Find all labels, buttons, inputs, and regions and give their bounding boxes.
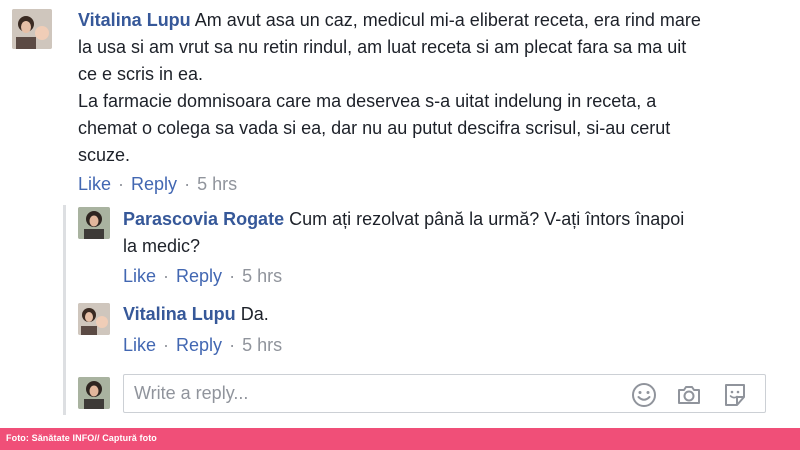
timestamp[interactable]: 5 hrs [242,266,282,286]
photo-credit: Foto: Sănătate INFO// Captură foto [6,433,157,443]
comment-actions: Like · Reply · 5 hrs [78,173,237,195]
separator-dot: · [224,266,241,286]
reply-composer [123,374,766,413]
like-link[interactable]: Like [123,266,156,286]
current-user-avatar [78,377,110,409]
avatar[interactable] [12,9,52,49]
comment-actions: Like · Reply · 5 hrs [123,334,282,356]
comment-text: Am avut asa un caz, medicul mi-a elibera… [194,10,701,30]
comment-text: chemat o colega sa vada si ea, dar nu au… [78,118,671,138]
reply-input[interactable] [124,375,614,412]
smiley-icon[interactable] [630,381,658,409]
separator-dot: · [224,335,241,355]
avatar-photo-icon [78,207,110,239]
thread-line [63,205,66,415]
avatar-photo-icon [12,9,52,49]
comment-text: la medic? [123,236,201,256]
photo-credit-bar: Foto: Sănătate INFO// Captură foto [0,428,800,450]
separator-dot: · [179,174,196,194]
author-name[interactable]: Parascovia Rogate [123,209,284,229]
comment-text: ce e scris in ea. [78,64,204,84]
separator-dot: · [113,174,130,194]
like-link[interactable]: Like [78,174,111,194]
camera-icon[interactable] [675,381,703,409]
separator-dot: · [158,266,175,286]
avatar[interactable] [78,303,110,335]
comment-text: Cum ați rezolvat până la urmă? V-ați înt… [289,209,685,229]
timestamp[interactable]: 5 hrs [242,335,282,355]
comment-text: scuze. [78,145,131,165]
avatar-photo-icon [78,377,110,409]
comment-actions: Like · Reply · 5 hrs [123,265,282,287]
avatar-photo-icon [78,303,110,335]
avatar[interactable] [78,207,110,239]
reply-link[interactable]: Reply [176,266,222,286]
like-link[interactable]: Like [123,335,156,355]
comment-text: la usa si am vrut sa nu retin rindul, am… [78,37,687,57]
reply-link[interactable]: Reply [176,335,222,355]
timestamp[interactable]: 5 hrs [197,174,237,194]
sticker-icon[interactable] [721,381,749,409]
comment-text: Da. [240,304,269,324]
author-name[interactable]: Vitalina Lupu [123,304,236,324]
separator-dot: · [158,335,175,355]
author-name[interactable]: Vitalina Lupu [78,10,191,30]
reply-link[interactable]: Reply [131,174,177,194]
comment-text: La farmacie domnisoara care ma deservea … [78,91,657,111]
